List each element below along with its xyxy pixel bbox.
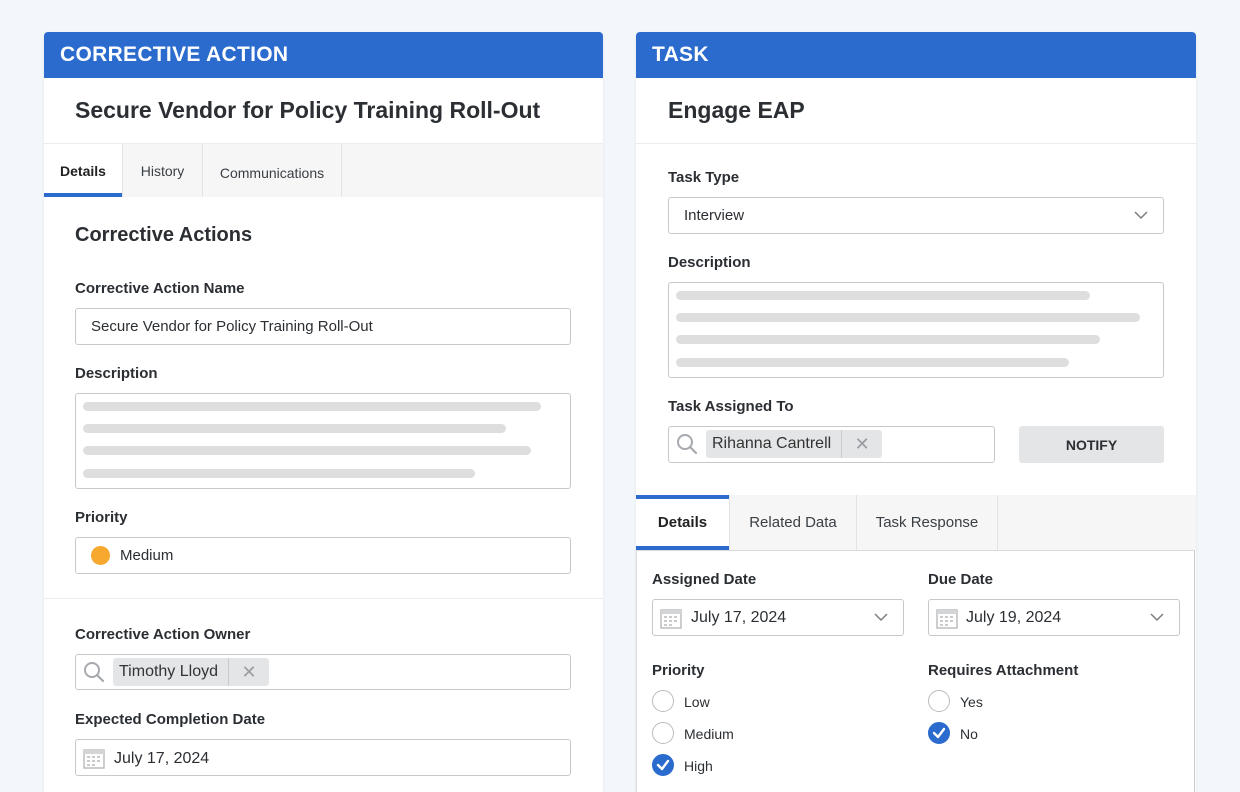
name-label: Corrective Action Name: [75, 280, 245, 297]
task-type-value: Interview: [684, 207, 745, 224]
owner-chip: Timothy Lloyd ✕: [113, 658, 269, 686]
tab-label: Communications: [219, 164, 325, 181]
radio-label: Medium: [684, 726, 734, 742]
tab-related-data[interactable]: Related Data: [730, 495, 857, 550]
priority-label: Priority: [652, 662, 705, 679]
tab-task-response[interactable]: Task Response: [857, 495, 998, 550]
chevron-down-icon: [874, 613, 888, 622]
panel-header: CORRECTIVE ACTION: [44, 32, 603, 78]
section-title: Corrective Actions: [75, 224, 253, 246]
notify-label: NOTIFY: [1065, 436, 1118, 453]
search-icon: [84, 662, 105, 683]
radio-label: Low: [684, 694, 710, 710]
calendar-icon: [83, 749, 105, 769]
task-type-select[interactable]: Interview: [668, 197, 1164, 234]
priority-radio-medium[interactable]: [652, 722, 674, 744]
tab-label: History: [140, 162, 185, 179]
tab-label: Details: [60, 162, 106, 179]
placeholder-line: [676, 291, 1090, 300]
due-date-label: Due Date: [928, 571, 994, 588]
assigned-date-picker[interactable]: July 17, 2024: [652, 599, 904, 636]
assignee-search-input[interactable]: Rihanna Cantrell ✕: [668, 426, 995, 463]
chevron-down-icon: [1150, 613, 1164, 622]
placeholder-line: [676, 358, 1069, 367]
completion-date-value: July 17, 2024: [114, 749, 210, 767]
search-icon: [677, 434, 698, 455]
page-title: Secure Vendor for Policy Training Roll-O…: [44, 78, 603, 144]
tab-label: Details: [657, 514, 708, 531]
chip-label: Rihanna Cantrell: [706, 430, 843, 458]
panel-header: TASK: [636, 32, 1196, 78]
priority-radio-low[interactable]: [652, 690, 674, 712]
tab-history[interactable]: History: [123, 144, 203, 197]
placeholder-line: [676, 335, 1100, 344]
due-date-picker[interactable]: July 19, 2024: [928, 599, 1180, 636]
description-textarea[interactable]: [668, 282, 1164, 378]
priority-label: Priority: [75, 509, 128, 526]
assignee-chip: Rihanna Cantrell ✕: [706, 430, 883, 458]
assigned-date-label: Assigned Date: [652, 571, 757, 588]
placeholder-line: [83, 402, 541, 411]
attachment-radio-no[interactable]: [928, 722, 950, 744]
due-date-value: July 19, 2024: [966, 608, 1062, 626]
calendar-icon: [660, 609, 682, 629]
attachment-label: Requires Attachment: [928, 662, 1079, 679]
completion-date-label: Expected Completion Date: [75, 711, 266, 728]
active-tab-indicator: [636, 495, 729, 499]
close-icon[interactable]: ✕: [842, 434, 882, 455]
completion-date-picker[interactable]: July 17, 2024: [75, 739, 571, 776]
page-title: Engage EAP: [636, 78, 1196, 144]
radio-label: Yes: [960, 694, 983, 710]
owner-search-input[interactable]: Timothy Lloyd ✕: [75, 654, 571, 690]
attachment-radio-yes[interactable]: [928, 690, 950, 712]
priority-select[interactable]: Medium: [75, 537, 571, 574]
priority-value: Medium: [120, 547, 174, 564]
corrective-action-panel: CORRECTIVE ACTION Secure Vendor for Poli…: [44, 32, 603, 792]
owner-label: Corrective Action Owner: [75, 626, 251, 643]
tab-communications[interactable]: Communications: [203, 144, 342, 197]
tab-label: Task Response: [875, 514, 979, 531]
task-tab-bar: Details Related Data Task Response: [636, 495, 1196, 550]
name-input[interactable]: Secure Vendor for Policy Training Roll-O…: [75, 308, 571, 345]
name-input-value: Secure Vendor for Policy Training Roll-O…: [91, 318, 373, 335]
placeholder-line: [83, 446, 531, 455]
tab-details[interactable]: Details: [636, 495, 730, 550]
radio-label: No: [960, 726, 978, 742]
check-icon: [656, 759, 670, 771]
task-type-label: Task Type: [668, 169, 740, 186]
description-textarea[interactable]: [75, 393, 571, 489]
priority-dot-icon: [91, 546, 110, 565]
placeholder-line: [676, 313, 1140, 322]
task-details-frame: Assigned Date July 17, 2024 Due Date Jul…: [636, 550, 1195, 792]
assigned-to-label: Task Assigned To: [668, 398, 794, 415]
chevron-down-icon: [1134, 211, 1148, 220]
radio-label: High: [684, 758, 713, 774]
divider: [44, 598, 603, 599]
placeholder-line: [83, 469, 475, 478]
task-panel: TASK Engage EAP Task Type Interview Desc…: [636, 32, 1196, 792]
tab-bar: Details History Communications: [44, 144, 603, 197]
chip-label: Timothy Lloyd: [113, 658, 229, 686]
check-icon: [932, 727, 946, 739]
description-label: Description: [75, 365, 158, 382]
assigned-date-value: July 17, 2024: [691, 608, 787, 626]
close-icon[interactable]: ✕: [229, 662, 269, 683]
calendar-icon: [936, 609, 958, 629]
tab-label: Related Data: [749, 514, 837, 531]
placeholder-line: [83, 424, 506, 433]
description-label: Description: [668, 254, 751, 271]
priority-radio-high[interactable]: [652, 754, 674, 776]
tab-details[interactable]: Details: [44, 144, 123, 197]
notify-button[interactable]: NOTIFY: [1019, 426, 1164, 463]
